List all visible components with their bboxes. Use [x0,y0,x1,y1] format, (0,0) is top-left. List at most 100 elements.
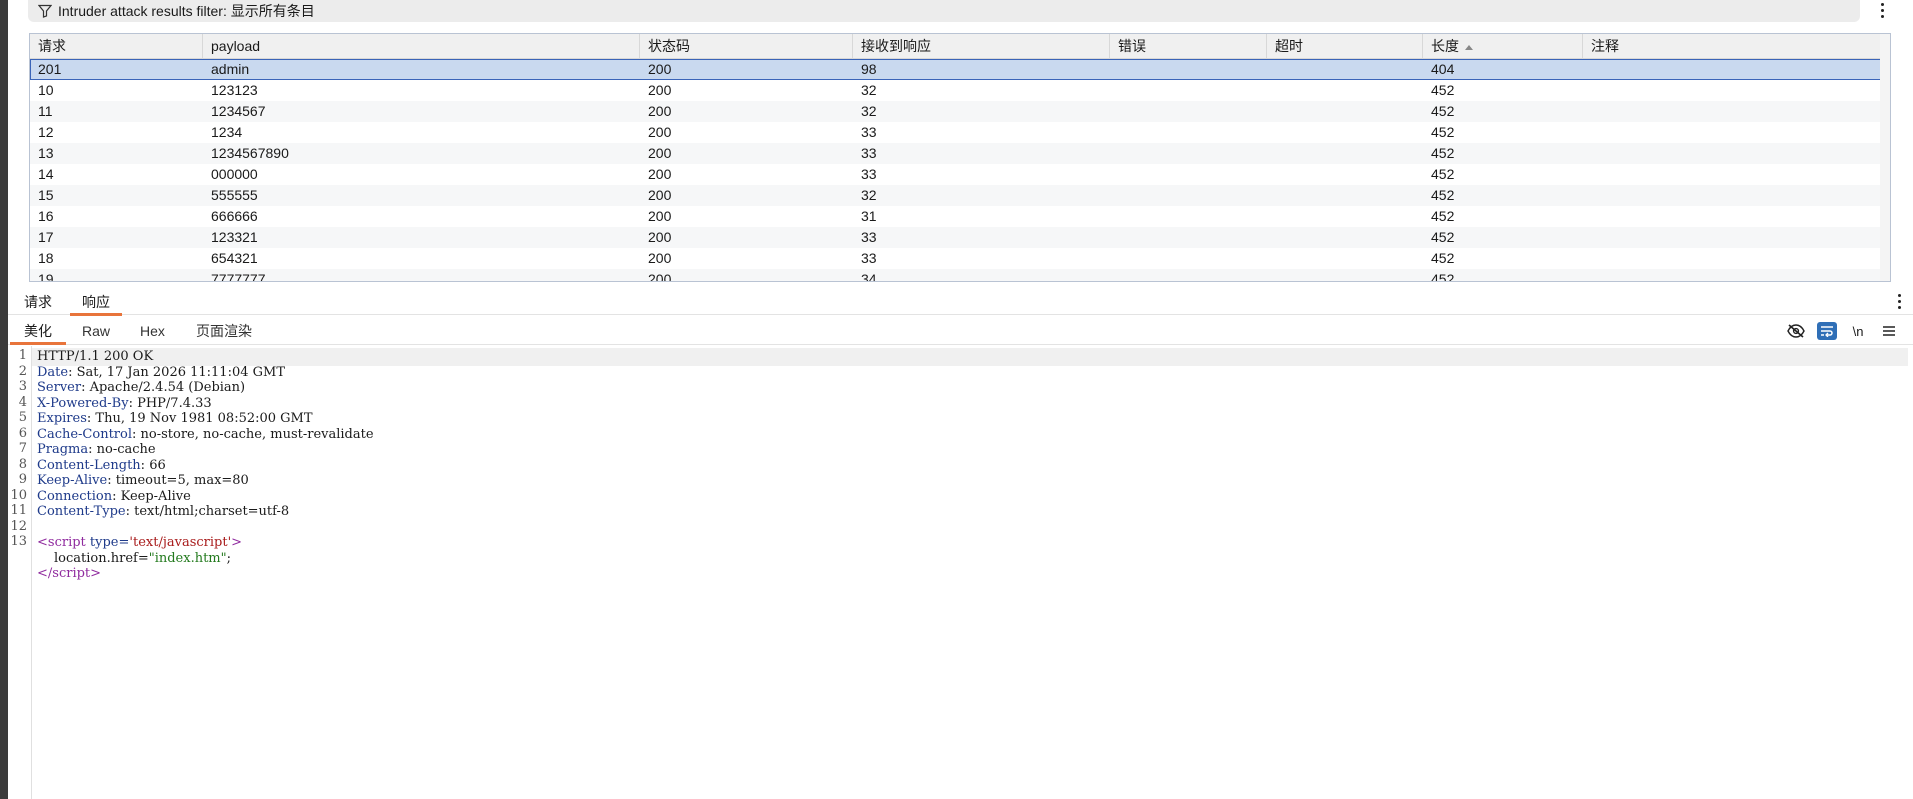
code-area[interactable]: HTTP/1.1 200 OK Date: Sat, 17 Jan 2026 11… [32,346,1907,799]
table-row[interactable]: 16 666666 200 31 452 [30,206,1890,227]
line-number: 10 [10,487,27,503]
cell-status: 200 [648,145,672,161]
cell-timeout [1267,80,1423,101]
cell-length: 452 [1431,166,1455,182]
cell-request: 16 [38,208,54,224]
cell-comment [1583,143,1890,164]
cell-response-received: 33 [861,250,877,266]
cell-request: 17 [38,229,54,245]
cell-error [1110,227,1267,248]
cell-payload: 7777777 [211,271,266,282]
newline-toggle-icon[interactable]: \n [1848,322,1868,340]
cell-length: 452 [1431,82,1455,98]
table-row[interactable]: 201 admin 200 98 404 [30,59,1890,80]
response-editor[interactable]: 1 2 3 4 5 6 7 8 9 10 11 12 13 HTTP/1.1 200 OK Date: S… [8,346,1913,799]
cell-payload: 1234567 [211,103,266,119]
cell-request: 201 [38,61,62,77]
cell-payload: 000000 [211,166,258,182]
cell-timeout [1267,101,1423,122]
table-row[interactable]: 14 000000 200 33 452 [30,164,1890,185]
intruder-results-table: 请求 payload 状态码 接收到响应 错误 超时 长度 注释 201 admi… [29,33,1891,282]
column-header-length-label: 长度 [1431,38,1459,54]
hide-non-printable-icon[interactable] [1786,322,1806,340]
left-panel-edge [0,0,8,799]
line-number: 8 [18,456,27,472]
table-row[interactable]: 10 123123 200 32 452 [30,80,1890,101]
column-header-error[interactable]: 错误 [1110,34,1267,58]
table-row[interactable]: 11 1234567 200 32 452 [30,101,1890,122]
cell-request: 19 [38,271,54,282]
line-number: 4 [18,394,27,410]
cell-comment [1583,185,1890,206]
cell-request: 10 [38,82,54,98]
table-vertical-scrollbar[interactable] [1880,34,1890,281]
cell-payload: admin [211,61,250,77]
cell-timeout [1267,164,1423,185]
js-semicolon: ; [226,550,232,566]
column-header-comment[interactable]: 注释 [1583,34,1890,58]
header-value: no-store, no-cache, must-revalidate [140,426,374,442]
cell-timeout [1267,143,1423,164]
column-header-timeout[interactable]: 超时 [1267,34,1423,58]
filter-more-options-icon[interactable] [1875,0,1889,20]
table-row[interactable]: 18 654321 200 33 452 [30,248,1890,269]
line-number-gutter: 1 2 3 4 5 6 7 8 9 10 11 12 13 [8,346,32,799]
cell-status: 200 [648,250,672,266]
cell-length: 404 [1431,61,1455,77]
tab-request[interactable]: 请求 [12,291,64,313]
table-row[interactable]: 12 1234 200 33 452 [30,122,1890,143]
cell-timeout [1267,248,1423,269]
cell-comment [1583,80,1890,101]
table-row[interactable]: 17 123321 200 33 452 [30,227,1890,248]
filter-icon [38,4,52,18]
message-more-options-icon[interactable] [1892,291,1906,311]
line-number: 11 [10,503,27,518]
cell-timeout [1267,269,1423,281]
line-number: 7 [18,441,27,456]
tab-raw[interactable]: Raw [68,320,124,342]
menu-icon[interactable] [1879,322,1899,340]
cell-comment [1583,122,1890,143]
cell-status: 200 [648,229,672,245]
cell-length: 452 [1431,271,1455,282]
table-row[interactable]: 13 1234567890 200 33 452 [30,143,1890,164]
header-name: Content-Type [37,504,126,519]
cell-timeout [1267,206,1423,227]
cell-request: 15 [38,187,54,203]
table-body: 201 admin 200 98 404 10 123123 200 32 452 11 123456… [30,59,1890,282]
column-header-payload[interactable]: payload [203,34,640,58]
table-row[interactable]: 19 7777777 200 34 452 [30,269,1890,282]
column-header-length[interactable]: 长度 [1423,34,1583,58]
cell-response-received: 34 [861,271,877,282]
table-row[interactable]: 15 555555 200 32 452 [30,185,1890,206]
line-number: 6 [18,425,27,441]
cell-error [1110,185,1267,206]
column-header-response-received[interactable]: 接收到响应 [853,34,1110,58]
tab-response[interactable]: 响应 [70,291,122,316]
cell-error [1110,122,1267,143]
word-wrap-icon[interactable] [1817,322,1837,340]
cell-comment [1583,206,1890,227]
column-header-status[interactable]: 状态码 [640,34,853,58]
results-filter-bar[interactable]: Intruder attack results filter: 显示所有条目 [28,0,1860,22]
cell-comment [1583,248,1890,269]
cell-response-received: 32 [861,82,877,98]
cell-error [1110,143,1267,164]
cell-status: 200 [648,166,672,182]
cell-payload: 555555 [211,187,258,203]
cell-response-received: 33 [861,145,877,161]
cell-timeout [1267,227,1423,248]
tab-render[interactable]: 页面渲染 [182,320,266,342]
tab-hex[interactable]: Hex [126,320,179,342]
cell-status: 200 [648,61,672,77]
cell-length: 452 [1431,124,1455,140]
cell-response-received: 33 [861,166,877,182]
column-header-request[interactable]: 请求 [30,34,203,58]
html-close-tag-name: script [52,566,91,581]
code-line: Content-Type: text/html;charset=utf-8 [37,504,290,519]
tab-pretty[interactable]: 美化 [10,320,66,345]
cell-status: 200 [648,187,672,203]
cell-error [1110,206,1267,227]
cell-payload: 123321 [211,229,258,245]
cell-error [1110,101,1267,122]
